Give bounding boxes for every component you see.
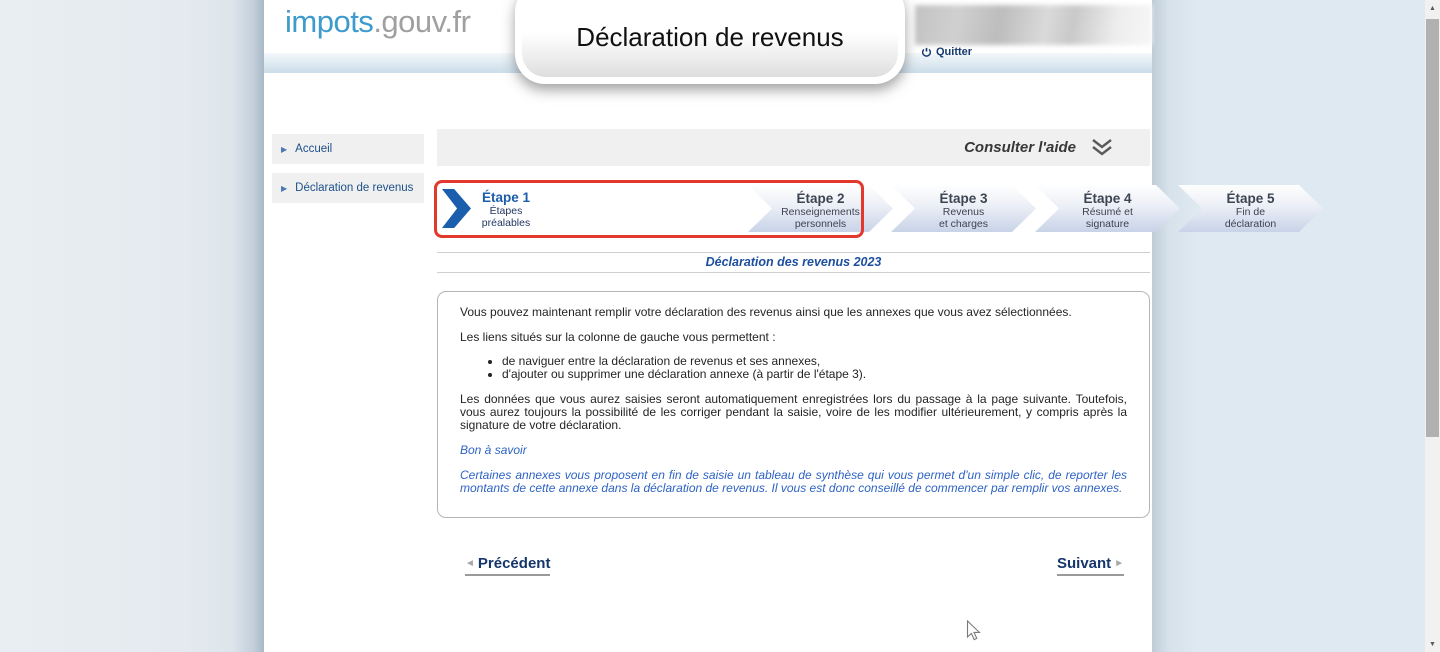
- step-subtitle-line: préalables: [446, 218, 566, 229]
- left-background-strip: [0, 0, 264, 652]
- logo-text-secondary: .gouv.fr: [373, 4, 470, 39]
- quit-button[interactable]: Quitter: [921, 46, 972, 58]
- vertical-scrollbar[interactable]: ▲ ▼: [1425, 0, 1440, 652]
- bullet-item: d'ajouter ou supprimer une déclaration a…: [502, 368, 1127, 381]
- step-4[interactable]: Étape 4 Résumé et signature: [1035, 185, 1180, 232]
- step-title: Étape 3: [891, 191, 1036, 206]
- triangle-left-icon: ◄: [465, 558, 475, 569]
- user-identity-redacted-box: [915, 5, 1152, 45]
- paragraph: Vous pouvez maintenant remplir votre déc…: [460, 306, 1127, 319]
- app-title: Déclaration de revenus: [576, 22, 843, 77]
- scroll-up-icon: ▲: [1429, 5, 1436, 12]
- intro-text-panel: Vous pouvez maintenant remplir votre déc…: [437, 291, 1150, 518]
- previous-button[interactable]: ◄ Précédent: [465, 555, 550, 576]
- step-subtitle-line: Résumé et: [1035, 207, 1180, 218]
- step-title: Étape 2: [748, 191, 893, 206]
- impots-gouv-logo: impots.gouv.fr: [285, 4, 470, 40]
- step-subtitle-line: déclaration: [1178, 219, 1323, 230]
- scrollbar-thumb[interactable]: [1426, 19, 1439, 437]
- triangle-right-icon: ▶: [281, 184, 287, 193]
- next-button[interactable]: Suivant ►: [1057, 555, 1124, 576]
- divider: [437, 272, 1150, 273]
- paragraph: Les données que vous aurez saisies seron…: [460, 393, 1127, 432]
- scroll-up-button[interactable]: ▲: [1425, 0, 1440, 16]
- declaration-page: impots.gouv.fr Quitter Déclaration de re…: [0, 0, 1440, 652]
- step-subtitle-line: signature: [1035, 219, 1180, 230]
- right-background-strip: [1152, 0, 1425, 652]
- consult-help-bar[interactable]: Consulter l'aide: [437, 129, 1150, 166]
- sidebar-item-label: Déclaration de revenus: [295, 182, 413, 194]
- help-label: Consulter l'aide: [964, 139, 1076, 156]
- note-title: Bon à savoir: [460, 444, 1127, 457]
- bullet-list: de naviguer entre la déclaration de reve…: [460, 355, 1127, 381]
- sidebar-item-accueil[interactable]: ▶ Accueil: [272, 134, 424, 164]
- step-subtitle-line: Étapes: [446, 206, 566, 217]
- step-subtitle-line: personnels: [748, 219, 893, 230]
- sidebar-item-label: Accueil: [295, 143, 332, 155]
- quit-label: Quitter: [936, 46, 972, 58]
- step-subtitle-line: Renseignements: [748, 207, 893, 218]
- step-3[interactable]: Étape 3 Revenus et charges: [891, 185, 1036, 232]
- scroll-down-button[interactable]: ▼: [1425, 636, 1440, 652]
- next-label: Suivant: [1057, 555, 1111, 572]
- step-title: Étape 4: [1035, 191, 1180, 206]
- step-subtitle-line: Revenus: [891, 207, 1036, 218]
- step-wizard: Étape 1 Étapes préalables Étape 2 Rensei…: [437, 185, 1150, 232]
- app-title-tab-inner: Déclaration de revenus: [522, 0, 898, 77]
- paragraph: Les liens situés sur la colonne de gauch…: [460, 331, 1127, 344]
- step-title: Étape 1: [446, 190, 566, 205]
- main-content-column: impots.gouv.fr Quitter Déclaration de re…: [264, 0, 1152, 652]
- step-1[interactable]: Étape 1 Étapes préalables: [446, 185, 566, 232]
- triangle-right-icon: ►: [1114, 558, 1124, 569]
- double-chevron-down-icon: [1090, 139, 1114, 156]
- previous-label: Précédent: [478, 555, 551, 572]
- power-icon: [921, 47, 932, 58]
- app-title-tab: Déclaration de revenus: [515, 0, 905, 84]
- step-2[interactable]: Étape 2 Renseignements personnels: [748, 185, 893, 232]
- note-body: Certaines annexes vous proposent en fin …: [460, 469, 1127, 495]
- divider: [437, 252, 1150, 253]
- step-title: Étape 5: [1178, 191, 1323, 206]
- triangle-right-icon: ▶: [281, 145, 287, 154]
- page-title: Déclaration des revenus 2023: [437, 255, 1150, 269]
- logo-text-primary: impots: [285, 4, 373, 39]
- step-subtitle-line: et charges: [891, 219, 1036, 230]
- scroll-down-icon: ▼: [1429, 641, 1436, 648]
- sidebar-item-declaration-de-revenus[interactable]: ▶ Déclaration de revenus: [272, 173, 424, 203]
